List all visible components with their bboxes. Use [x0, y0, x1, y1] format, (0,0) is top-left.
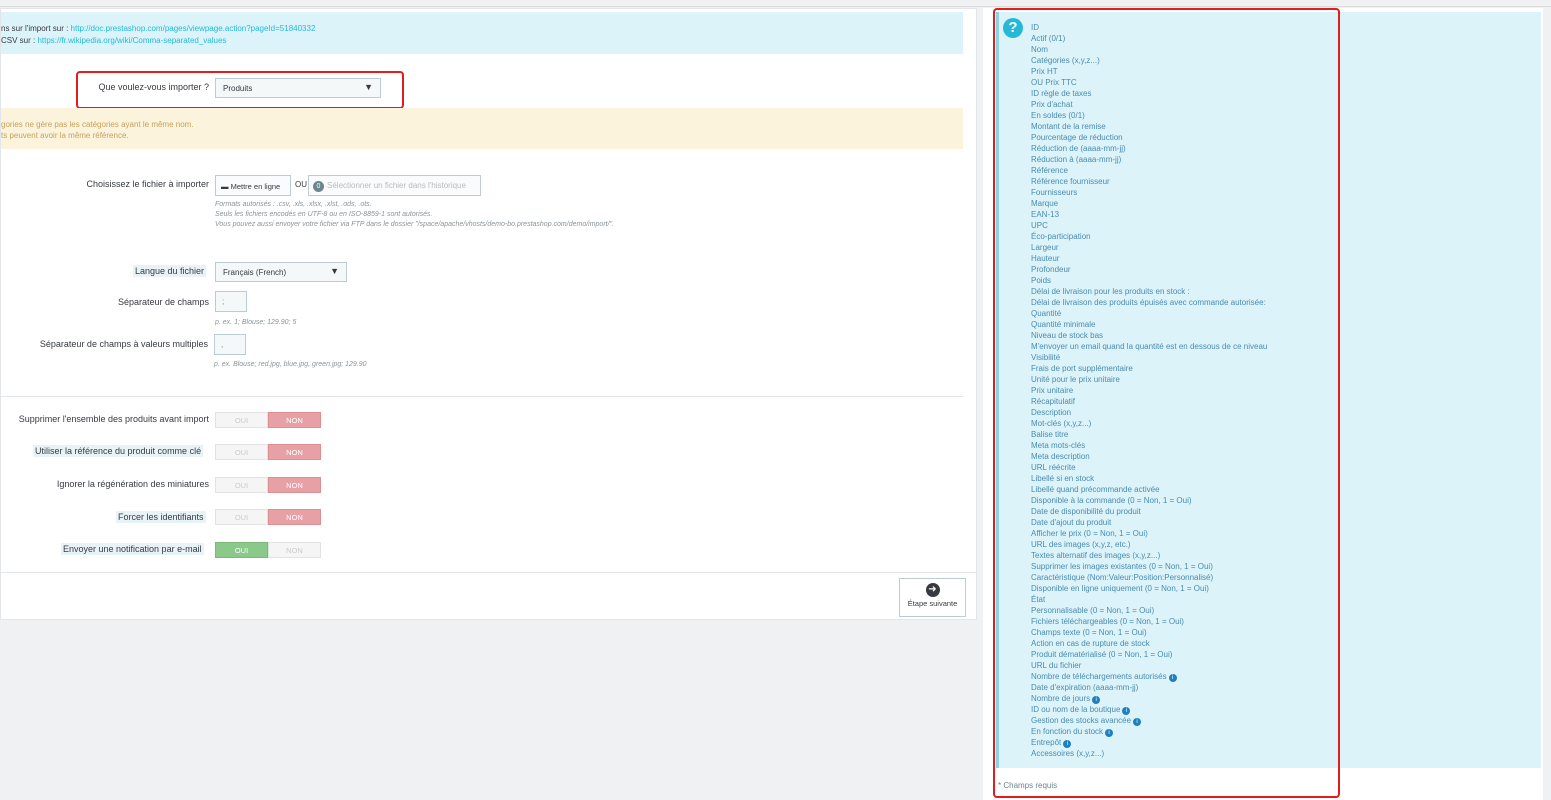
switch-oui[interactable]: OUI — [215, 542, 268, 558]
doc-link-1[interactable]: http://doc.prestashop.com/pages/viewpage… — [71, 24, 316, 33]
language-select[interactable]: Français (French) ▼ — [215, 262, 347, 282]
file-help-2: Seuls les fichiers encodés en UTF-8 ou e… — [215, 211, 433, 218]
warning-line-1: gories ne gère pas les catégories ayant … — [1, 120, 194, 129]
field-separator-label: Séparateur de champs — [117, 297, 209, 307]
multi-separator-help: p. ex. Blouse; red.jpg, blue.jpg, green.… — [214, 361, 367, 368]
force-ids-switch[interactable]: OUI NON — [215, 509, 321, 525]
chevron-down-icon: ▼ — [330, 266, 339, 276]
next-step-label: Étape suivante — [907, 599, 958, 608]
field-separator-input[interactable]: ; — [215, 291, 247, 312]
switch-oui[interactable]: OUI — [215, 509, 268, 525]
send-email-switch[interactable]: OUI NON — [215, 542, 321, 558]
multi-separator-input[interactable]: , — [214, 334, 246, 355]
send-email-label: Envoyer une notification par e-mail — [61, 543, 204, 555]
history-count-badge: 0 — [313, 181, 324, 192]
footer-divider — [1, 572, 976, 573]
section-divider — [1, 396, 963, 397]
switch-non[interactable]: NON — [268, 412, 321, 428]
highlight-box-import-type — [76, 71, 404, 109]
file-label: Choisissez le fichier à importer — [86, 179, 209, 189]
switch-non[interactable]: NON — [268, 542, 321, 558]
warning-line-2: ts peuvent avoir la même référence. — [1, 131, 129, 140]
file-help-3: Vous pouvez aussi envoyer votre fichier … — [215, 221, 614, 228]
skip-thumbnails-label: Ignorer la régénération des miniatures — [56, 479, 209, 489]
force-ids-label: Forcer les identifiants — [116, 511, 206, 523]
arrow-right-circle-icon: ➜ — [925, 583, 940, 597]
warning-box: gories ne gère pas les catégories ayant … — [1, 108, 963, 149]
use-reference-switch[interactable]: OUI NON — [215, 444, 321, 460]
folder-icon: ▬ — [221, 182, 229, 191]
doc-prefix-2: CSV sur : — [1, 36, 38, 45]
multi-separator-label: Séparateur de champs à valeurs multiples — [39, 339, 208, 349]
language-label: Langue du fichier — [133, 265, 207, 277]
upload-button[interactable]: ▬ Mettre en ligne — [215, 175, 291, 196]
file-help: Formats autorisés : .csv, .xls, .xlsx, .… — [215, 200, 614, 230]
switch-oui[interactable]: OUI — [215, 412, 268, 428]
or-label: OU — [295, 180, 307, 189]
import-form-panel: ns sur l'import sur : http://doc.prestas… — [0, 8, 977, 620]
field-separator-help: p. ex. 1; Blouse; 129.90; 5 — [215, 319, 297, 326]
doc-prefix-1: ns sur l'import sur : — [1, 24, 71, 33]
switch-oui[interactable]: OUI — [215, 444, 268, 460]
language-value: Français (French) — [223, 268, 287, 277]
delete-all-label: Supprimer l'ensemble des produits avant … — [18, 414, 209, 424]
next-step-button[interactable]: ➜ Étape suivante — [899, 578, 966, 617]
highlight-box-fields — [993, 8, 1340, 798]
skip-thumbnails-switch[interactable]: OUI NON — [215, 477, 321, 493]
top-divider — [0, 6, 1551, 7]
doc-line-2: CSV sur : https://fr.wikipedia.org/wiki/… — [1, 35, 963, 47]
upload-label: Mettre en ligne — [230, 182, 281, 191]
file-help-1: Formats autorisés : .csv, .xls, .xlsx, .… — [215, 201, 372, 208]
switch-non[interactable]: NON — [268, 477, 321, 493]
documentation-info-box: ns sur l'import sur : http://doc.prestas… — [1, 12, 963, 54]
switch-oui[interactable]: OUI — [215, 477, 268, 493]
history-button[interactable]: 0 Sélectionner un fichier dans l'historiq… — [308, 175, 481, 196]
switch-non[interactable]: NON — [268, 444, 321, 460]
history-label: Sélectionner un fichier dans l'historiqu… — [327, 181, 466, 190]
delete-all-switch[interactable]: OUI NON — [215, 412, 321, 428]
doc-link-2[interactable]: https://fr.wikipedia.org/wiki/Comma-sepa… — [37, 36, 226, 45]
switch-non[interactable]: NON — [268, 509, 321, 525]
use-reference-label: Utiliser la référence du produit comme c… — [33, 445, 204, 457]
doc-line-1: ns sur l'import sur : http://doc.prestas… — [1, 23, 963, 35]
